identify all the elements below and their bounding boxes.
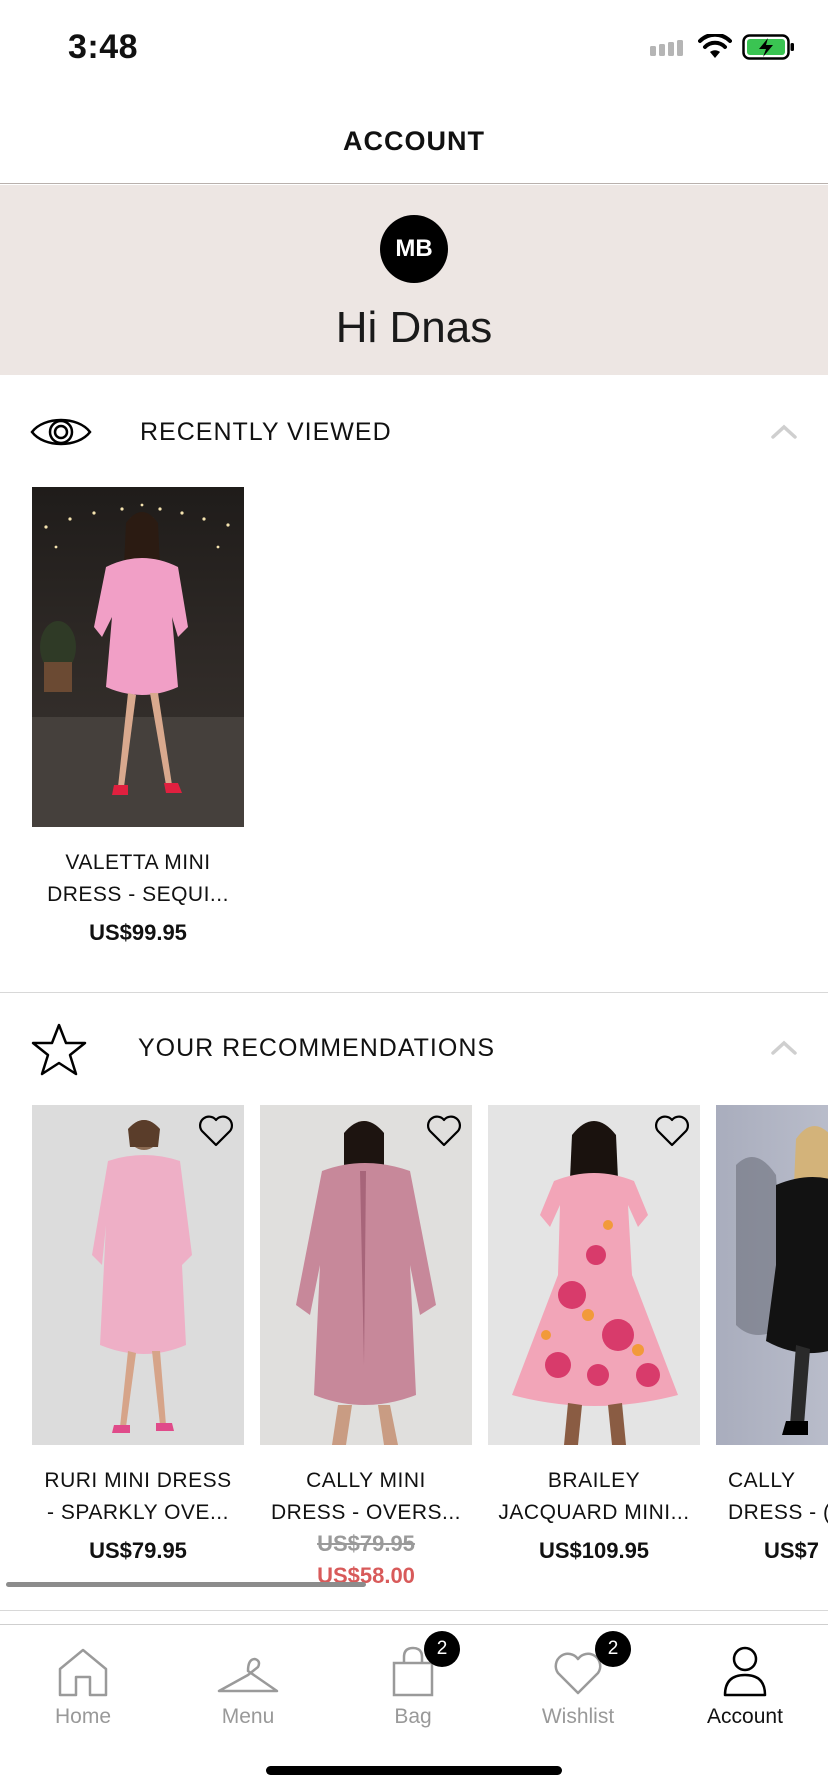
tab-menu[interactable]: Menu [165,1635,331,1745]
hanger-icon [217,1657,279,1693]
tab-label: Account [707,1705,783,1728]
recently-viewed-header[interactable]: RECENTLY VIEWED [0,382,828,482]
recommendations-header[interactable]: YOUR RECOMMENDATIONS [0,996,828,1096]
recommendation-product-card[interactable]: CALLY MINI DRESS - OVERS... US$79.95 US$… [260,1105,472,1593]
tab-account[interactable]: Account [662,1635,828,1745]
product-photo [512,1121,678,1445]
product-image[interactable] [716,1105,828,1445]
wishlist-heart-icon[interactable] [652,1111,692,1151]
cellular-signal-icon [650,40,683,56]
product-photo [296,1121,436,1445]
chevron-up-icon[interactable] [770,422,798,440]
product-name[interactable]: CALLY MINI DRESS - OVERS... [260,1465,472,1529]
battery-charging-icon [742,34,794,60]
recommendation-product-card[interactable]: CALLY DRESS - ( US$7 [716,1105,828,1569]
product-image[interactable] [488,1105,700,1445]
product-photo [736,1126,828,1435]
tab-label: Menu [221,1705,275,1728]
product-image[interactable] [32,487,244,827]
avatar: MB [380,215,448,283]
product-photo [32,503,244,827]
product-image[interactable] [260,1105,472,1445]
status-icons [648,34,796,60]
wishlist-count-badge: 2 [595,1631,631,1667]
home-indicator[interactable] [266,1766,562,1775]
recently-viewed-title: RECENTLY VIEWED [140,418,392,446]
nav-header: ACCOUNT [0,100,828,184]
product-original-price: US$79.95 [317,1531,415,1556]
product-name[interactable]: BRAILEY JACQUARD MINI... [488,1465,700,1529]
product-photo [92,1120,192,1433]
status-bar: 3:48 [0,0,828,100]
tab-label: Bag [394,1705,432,1728]
product-name[interactable]: RURI MINI DRESS - SPARKLY OVE... [32,1465,244,1529]
page-title: ACCOUNT [343,126,485,156]
product-price: US$109.95 [538,1538,650,1563]
tab-home[interactable]: Home [0,1635,166,1745]
greeting-banner: MB Hi Dnas [0,185,828,375]
home-icon [58,1648,108,1697]
tab-label: Home [54,1705,112,1728]
recommendation-product-card[interactable]: BRAILEY JACQUARD MINI... US$109.95 [488,1105,700,1569]
wifi-icon [698,34,732,58]
tab-label: Wishlist [541,1705,615,1728]
product-image[interactable] [32,1105,244,1445]
wishlist-heart-icon[interactable] [196,1111,236,1151]
tab-wishlist[interactable]: 2 Wishlist [495,1631,661,1745]
section-divider [0,992,828,993]
recently-viewed-product-card[interactable]: VALETTA MINI DRESS - SEQUI... US$99.95 [32,487,244,951]
product-price: US$79.95 [89,1538,187,1563]
eye-icon [30,418,92,446]
recommendation-product-card[interactable]: RURI MINI DRESS - SPARKLY OVE... US$79.9… [32,1105,244,1569]
wishlist-heart-icon[interactable] [424,1111,464,1151]
product-sale-price: US$58.00 [317,1563,415,1588]
product-price: US$7 [764,1538,820,1563]
product-name[interactable]: VALETTA MINI DRESS - SEQUI... [32,847,244,911]
status-time: 3:48 [68,28,139,66]
product-price: US$99.95 [89,920,187,945]
greeting-text: Hi Dnas [335,303,493,352]
person-icon [723,1646,767,1697]
horizontal-scrollbar[interactable] [6,1582,366,1587]
recommendations-title: YOUR RECOMMENDATIONS [138,1034,496,1062]
section-divider [0,1610,828,1611]
chevron-up-icon[interactable] [770,1038,798,1056]
star-icon [31,1023,87,1076]
bag-count-badge: 2 [424,1631,460,1667]
tab-bag[interactable]: 2 Bag [330,1631,496,1745]
product-name[interactable]: CALLY DRESS - ( [716,1465,828,1529]
